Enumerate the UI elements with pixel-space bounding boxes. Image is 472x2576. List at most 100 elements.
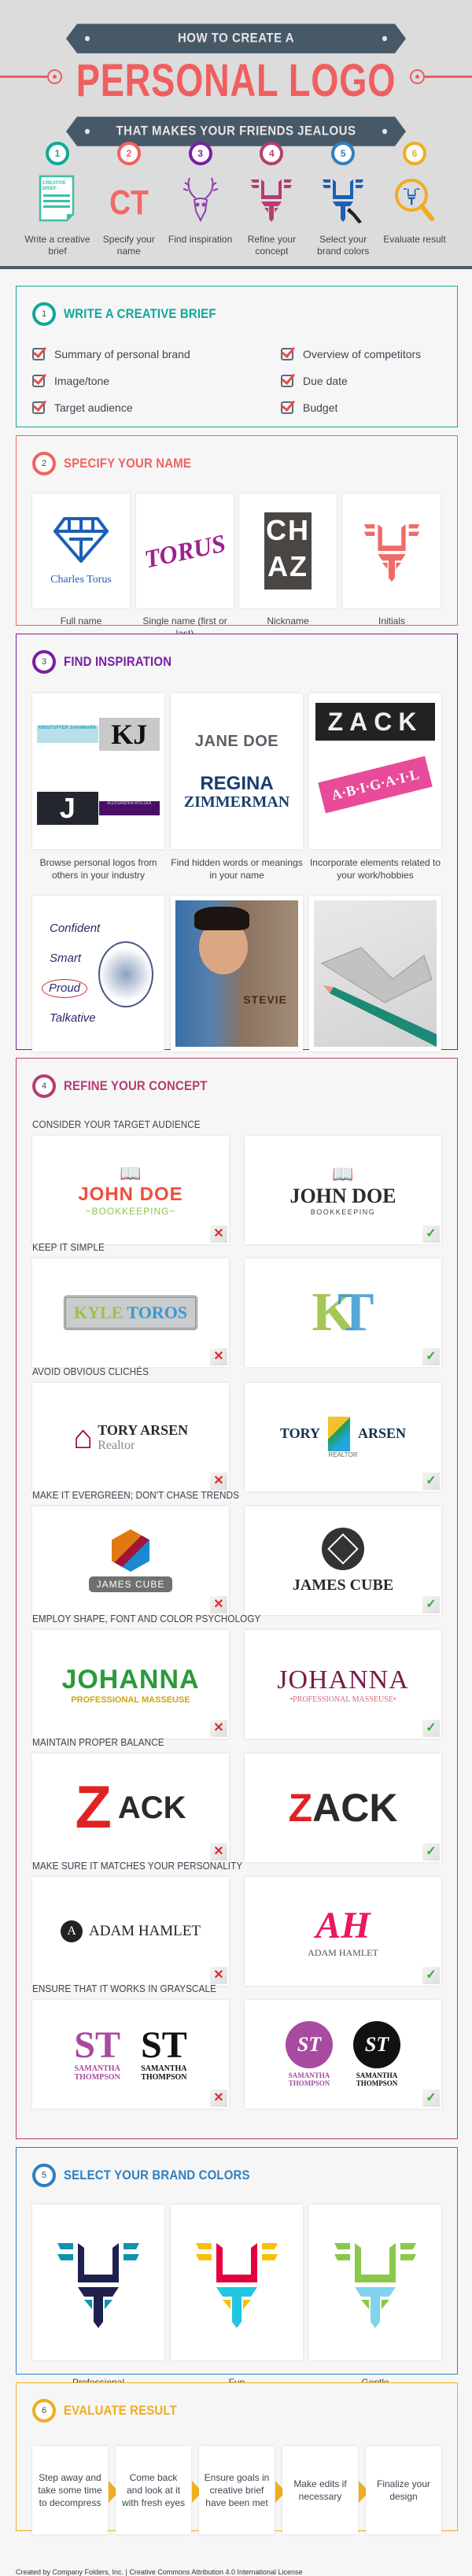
title-line-right [423, 76, 472, 78]
logo-subtext: PROFESSIONAL MASSEUSE [71, 1695, 190, 1705]
check-icon: ✓ [422, 2090, 440, 2107]
cross-icon: ✕ [210, 1720, 227, 1737]
deer-icon [183, 177, 218, 223]
checklist-item: Summary of personal brand [32, 343, 281, 365]
square-emblem-icon [322, 1527, 364, 1570]
check-icon: ✓ [422, 1843, 440, 1861]
logo-text: ST [141, 2024, 187, 2066]
card-caption: Nickname [267, 615, 309, 626]
step-label: Evaluate result [383, 234, 446, 245]
logo-text: ST [74, 2024, 120, 2066]
header-divider [0, 266, 472, 269]
step-number: 4 [260, 142, 284, 165]
cross-icon: ✕ [210, 2090, 227, 2107]
inspiration-card-industry: KRISTOFFER SVANMARK KJ J ALEKSANDRA WOLS… [32, 693, 164, 849]
cross-icon: ✕ [210, 1843, 227, 1861]
refine-subheading: EMPLOY SHAPE, FONT AND COLOR PSYCHOLOGY [32, 1613, 261, 1624]
step-2: 2 CT Specify your name [94, 142, 164, 257]
good-example-card: 📖 JOHN DOE BOOKKEEPING ✓ [245, 1136, 441, 1244]
logo-text: TORUS [142, 528, 228, 573]
logo-script: AH [315, 1905, 371, 1946]
checklist-item: Budget [281, 397, 454, 419]
section-refine-concept: 4 REFINE YOUR CONCEPT CONSIDER YOUR TARG… [16, 1058, 458, 2139]
header: HOW TO CREATE A PERSONAL LOGO THAT MAKES… [0, 0, 472, 266]
card-caption: Find hidden words or meanings in your na… [171, 857, 303, 881]
logo-letter-z: Z [75, 1774, 112, 1841]
logo-text: KYLE [73, 1303, 124, 1322]
tile-j: J [37, 791, 98, 825]
logo-subtext: •PROFESSIONAL MASSEUSE• [289, 1695, 396, 1704]
good-example-card: ST SAMANTHA THOMPSON ST SAMANTHA THOMPSON ✓ [245, 2000, 441, 2108]
svg-text:BRIEF: BRIEF [42, 187, 57, 191]
inspiration-card-words: Confident Smart Proud Talkative [32, 896, 164, 1051]
logo-text: TORY ARSEN [98, 1421, 189, 1438]
logo-text: JOHANNA [61, 1664, 200, 1695]
evaluate-step: Ensure goals in creative brief have been… [199, 2446, 275, 2534]
logo-text: ADAM HAMLET [89, 1923, 201, 1939]
creative-brief-icon: CREATIVE BRIEF [39, 175, 75, 222]
step-label: Write a creative brief [24, 234, 90, 257]
svg-text:CT: CT [109, 183, 149, 222]
section-title: EVALUATE RESULT [64, 2403, 177, 2418]
logo-zack: ZACK [315, 703, 435, 741]
logo-text: ACK [117, 1790, 186, 1825]
logo-text: ARSEN [358, 1425, 407, 1441]
bad-example-card: Z ACK ✕ [32, 1754, 229, 1862]
monogram-icon: A [61, 1920, 83, 1942]
section-heading: 5 SELECT YOUR BRAND COLORS [32, 2164, 275, 2187]
bad-example-card: A ADAM HAMLET ✕ [32, 1877, 229, 1986]
ct-letters-icon: CT [109, 183, 149, 222]
checklist-item: Overview of competitors [281, 343, 454, 365]
good-example-card: TORY ARSEN REALTOR ✓ [245, 1383, 441, 1491]
section-number: 1 [32, 302, 56, 326]
logo-subtext: ~BOOKKEEPING~ [85, 1206, 176, 1217]
checkbox-checked-icon [281, 348, 293, 360]
step-number: 3 [188, 142, 212, 165]
cross-icon: ✕ [210, 1473, 227, 1490]
photo-man-glasses: STEVIE [175, 900, 298, 1047]
step-number: 6 [402, 142, 426, 165]
logo-jane-doe: JANE DOE [194, 732, 279, 750]
sketch-photo [314, 900, 437, 1047]
name-card-initials [343, 493, 441, 608]
checkbox-checked-icon [32, 375, 45, 387]
checklist-item: Due date [281, 370, 454, 392]
logo-subtext: ADAM HAMLET [308, 1947, 378, 1958]
cube-icon [112, 1529, 149, 1572]
step-number: 5 [331, 142, 356, 165]
top-banner: HOW TO CREATE A [66, 24, 406, 54]
brief-checklist: Summary of personal brand Overview of co… [32, 343, 454, 419]
card-caption: Initials [378, 615, 405, 626]
color-scheme-card [171, 2205, 303, 2360]
check-icon: ✓ [422, 1967, 440, 1984]
section-specify-name: 2 SPECIFY YOUR NAME Charles Torus TORUS … [16, 435, 458, 639]
name-card-single: TORUS [136, 493, 234, 608]
logo-text: JOHANNA [277, 1665, 409, 1695]
logo-text: JAMES CUBE [292, 1576, 394, 1594]
logo-zimmerman: ZIMMERMAN [183, 793, 290, 811]
bad-example-card: KYLE TOROS ✕ [32, 1258, 229, 1367]
checkbox-checked-icon [32, 348, 45, 360]
good-example-card: KT ✓ [245, 1258, 441, 1367]
section-find-inspiration: 3 FIND INSPIRATION KRISTOFFER SVANMARK K… [16, 634, 458, 1084]
tile-svanmark: KRISTOFFER SVANMARK [37, 726, 98, 744]
initials-logo-icon [363, 524, 420, 582]
brand-logo-icon [57, 2243, 139, 2328]
step-label: Specify your name [102, 234, 155, 257]
check-icon: ✓ [422, 1348, 440, 1366]
house-icon: ⌂ [72, 1418, 94, 1455]
logo-text: JOHN DOE [78, 1184, 183, 1205]
bad-example-card: 📖 JOHN DOE ~BOOKKEEPING~ ✕ [32, 1136, 229, 1244]
brand-logo-icon [334, 2243, 416, 2328]
check-icon: ✓ [422, 1473, 440, 1490]
brand-logo-icon [196, 2243, 278, 2328]
check-icon: ✓ [422, 1596, 440, 1613]
step-6: 6 Evaluate result [379, 142, 450, 257]
cross-icon: ✕ [210, 1967, 227, 1984]
check-icon: ✓ [422, 1720, 440, 1737]
word-list: Confident Smart Proud Talkative [42, 914, 100, 1033]
good-example-card: AH ADAM HAMLET ✓ [245, 1877, 441, 1986]
logo-text: JAMES CUBE [88, 1576, 173, 1592]
logo-text: JOHN DOE [289, 1185, 396, 1207]
refine-subheading: CONSIDER YOUR TARGET AUDIENCE [32, 1118, 201, 1130]
